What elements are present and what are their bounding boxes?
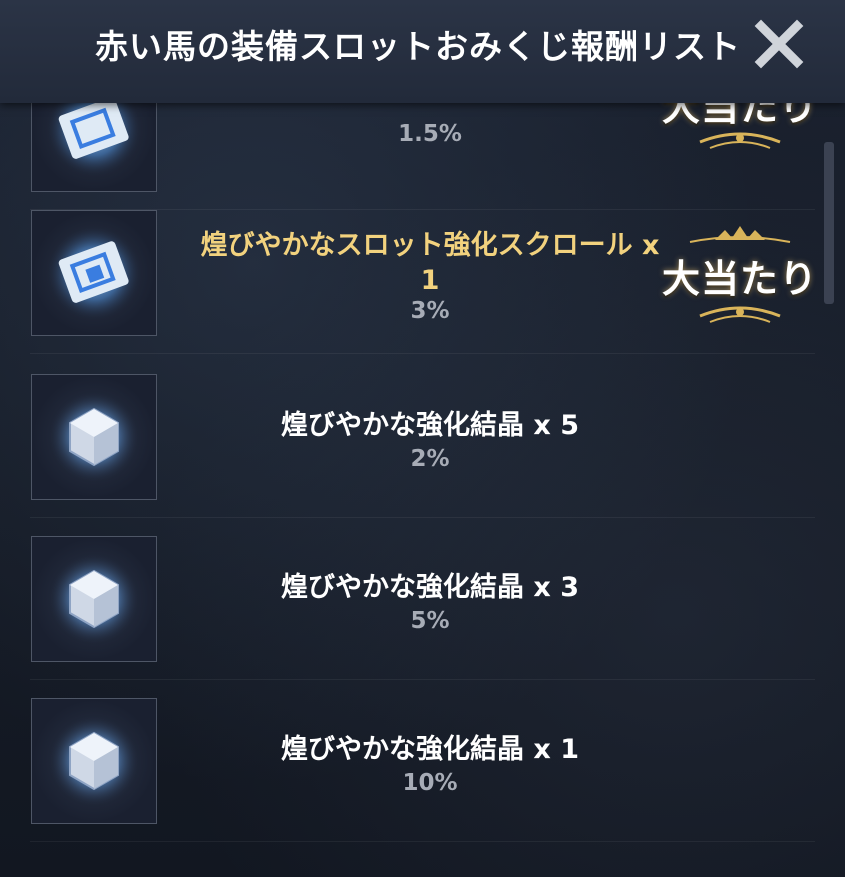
page-title: 赤い馬の装備スロットおみくじ報酬リスト <box>95 27 741 66</box>
item-name: 煌びやかな強化結晶 x 1 <box>280 734 579 765</box>
list-item: 煌びやかなスロット強化スクロール x 1 3% 大当たり <box>0 192 845 354</box>
rate-text: 5% <box>410 608 450 634</box>
item-icon-frame <box>31 210 157 336</box>
crystal-icon <box>48 553 140 645</box>
list-item: 煌びやかな強化結晶 x 3 5% <box>0 518 845 680</box>
close-icon <box>754 19 804 69</box>
rate-text: 1.5% <box>398 121 462 147</box>
modal-header: 赤い馬の装備スロットおみくじ報酬リスト <box>0 0 845 103</box>
divider <box>30 353 815 354</box>
rate-text: 3% <box>410 298 450 324</box>
item-name: 煌びやかなスロット強化スクロール x 1 <box>200 230 660 296</box>
divider <box>30 841 815 842</box>
badge-text: 大当たり <box>661 257 818 301</box>
item-icon-frame <box>31 536 157 662</box>
scrollbar[interactable] <box>824 142 834 304</box>
item-icon-frame <box>31 374 157 500</box>
close-button[interactable] <box>753 18 805 70</box>
scroll-icon <box>46 225 142 321</box>
reward-list[interactable]: 1.5% 大当たり 煌びやかなスロット強化スクロール x 1 3% 大当たり 煌… <box>0 0 845 877</box>
item-name: 煌びやかな強化結晶 x 3 <box>280 572 579 603</box>
crystal-icon <box>48 391 140 483</box>
list-item: 煌びやかな強化結晶 x 5 2% <box>0 356 845 518</box>
item-icon-frame <box>31 698 157 824</box>
jackpot-badge: 大当たり <box>660 218 820 328</box>
crystal-icon <box>48 715 140 807</box>
item-name: 煌びやかな強化結晶 x 5 <box>280 410 579 441</box>
rate-text: 10% <box>402 770 458 796</box>
list-item: 煌びやかな強化結晶 x 1 10% <box>0 680 845 842</box>
rate-text: 2% <box>410 446 450 472</box>
